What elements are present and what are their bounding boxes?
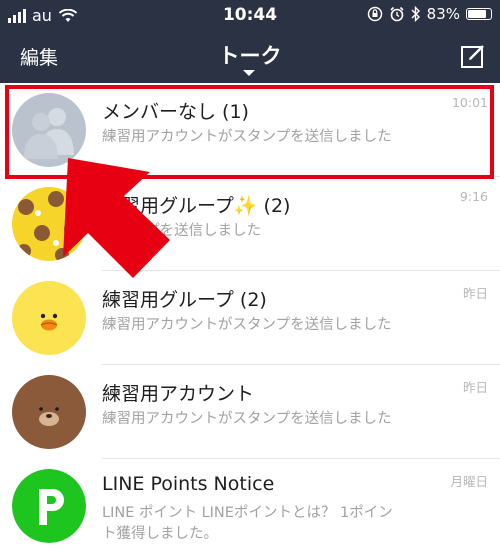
pointer-arrow-icon [63, 158, 170, 278]
